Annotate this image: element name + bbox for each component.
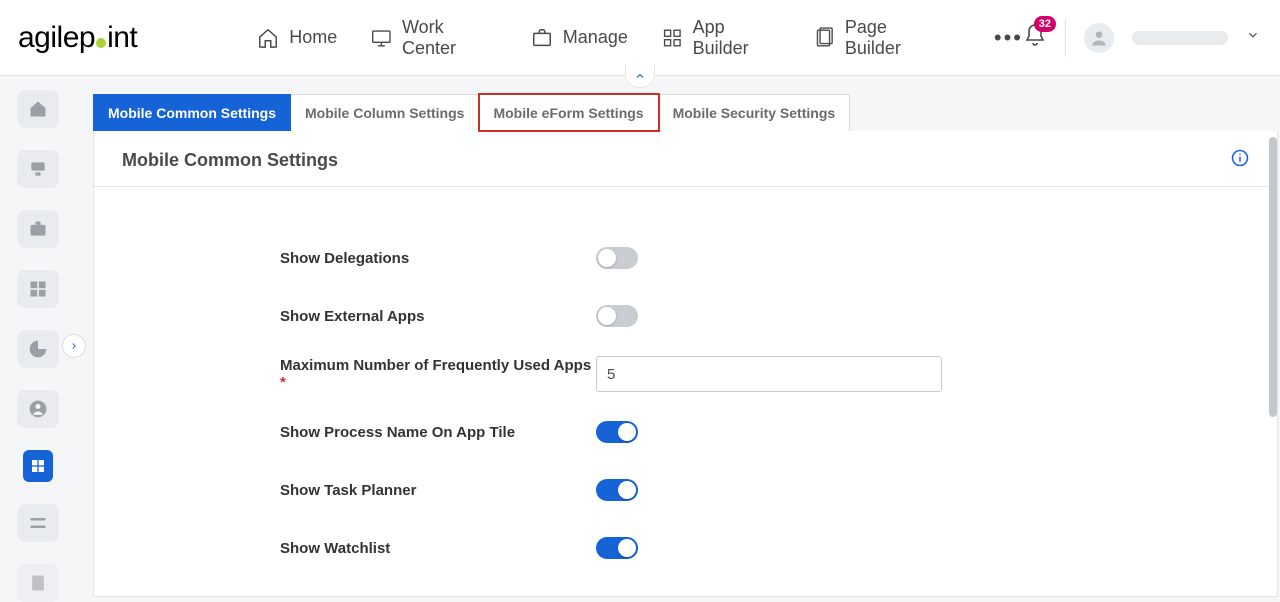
label-max-apps-text: Maximum Number of Frequently Used Apps [280,357,591,374]
nav-more-icon[interactable]: ••• [994,25,1023,51]
logo[interactable]: agilep int [18,21,137,55]
sidebar-item-config[interactable] [17,504,59,542]
grid-icon [662,27,683,49]
row-show-watchlist: Show Watchlist [280,519,1249,577]
label-show-task-planner: Show Task Planner [280,482,596,499]
notification-count-badge: 32 [1034,16,1056,32]
nav-home-label: Home [289,27,337,48]
sidebar-expand-button[interactable] [62,334,86,358]
sidebar-item-home[interactable] [17,90,59,128]
logo-text-1: agilep [18,21,95,55]
top-nav: Home Work Center Manage App Builder Page… [257,17,1023,59]
chevron-up-icon [634,70,646,82]
form: Show Delegations Show External Apps Maxi… [94,187,1277,577]
monitor-icon [371,27,392,49]
label-show-watchlist: Show Watchlist [280,540,596,557]
topbar: agilep int Home Work Center Manage App B… [0,0,1280,76]
vertical-scrollbar[interactable] [1269,137,1277,417]
nav-manage[interactable]: Manage [531,27,628,49]
nav-manage-label: Manage [563,27,628,48]
settings-panel: Mobile Common Settings Show Delegations … [93,131,1278,597]
username-placeholder [1132,31,1228,45]
tiles-icon [28,279,48,299]
case-icon [28,219,48,239]
avatar[interactable] [1084,23,1114,53]
sliders-icon [28,513,48,533]
info-icon [1231,149,1249,167]
tab-security-settings[interactable]: Mobile Security Settings [659,94,851,131]
body: Mobile Common Settings Mobile Column Set… [0,76,1280,602]
notifications-button[interactable]: 32 [1023,23,1047,52]
row-show-task-planner: Show Task Planner [280,461,1249,519]
nav-work-center[interactable]: Work Center [371,17,497,59]
toggle-show-watchlist[interactable] [596,537,638,559]
person-icon [1089,28,1109,48]
toggle-show-external-apps[interactable] [596,305,638,327]
content-area: Mobile Common Settings Mobile Column Set… [75,76,1280,602]
panel-title: Mobile Common Settings [122,150,338,171]
row-max-apps: Maximum Number of Frequently Used Apps * [280,345,1249,403]
mobile-grid-icon [30,458,46,474]
toggle-show-task-planner[interactable] [596,479,638,501]
row-show-process-name: Show Process Name On App Tile [280,403,1249,461]
sidebar-item-work[interactable] [17,210,59,248]
info-button[interactable] [1231,149,1249,172]
label-max-apps: Maximum Number of Frequently Used Apps * [280,357,596,391]
user-circle-icon [28,399,48,419]
logo-text-2: int [107,21,137,55]
sidebar [0,76,75,602]
chevron-down-icon [1246,28,1260,42]
input-max-apps[interactable] [596,356,942,392]
sidebar-item-users[interactable] [17,390,59,428]
sidebar-item-mobile-settings[interactable] [23,450,53,483]
nav-work-center-label: Work Center [402,17,497,59]
label-show-process-name: Show Process Name On App Tile [280,424,596,441]
briefcase-icon [531,27,553,49]
row-show-delegations: Show Delegations [280,229,1249,287]
chevron-right-icon [69,341,79,351]
nav-page-builder-label: Page Builder [845,17,942,59]
nav-home[interactable]: Home [257,27,337,49]
label-show-delegations: Show Delegations [280,250,596,267]
divider [1065,19,1066,57]
nav-app-builder-label: App Builder [693,17,781,59]
user-menu-toggle[interactable] [1246,28,1260,47]
tabs: Mobile Common Settings Mobile Column Set… [93,94,1278,131]
home-icon [257,27,279,49]
logo-dot-icon [96,38,106,48]
topbar-right: 32 [1023,19,1260,57]
toggle-show-delegations[interactable] [596,247,638,269]
tab-column-settings[interactable]: Mobile Column Settings [291,94,479,131]
tab-eform-settings[interactable]: Mobile eForm Settings [479,94,658,131]
pie-icon [28,339,48,359]
doc-icon [28,573,48,593]
required-asterisk: * [280,374,286,391]
panel-header: Mobile Common Settings [94,131,1277,187]
sidebar-item-deploy[interactable] [17,150,59,188]
deploy-icon [28,159,48,179]
nav-page-builder[interactable]: Page Builder [814,17,942,59]
sidebar-item-reports[interactable] [17,330,59,368]
label-show-external-apps: Show External Apps [280,308,596,325]
toggle-show-process-name[interactable] [596,421,638,443]
row-show-external-apps: Show External Apps [280,287,1249,345]
nav-app-builder[interactable]: App Builder [662,17,780,59]
house-icon [28,99,48,119]
sidebar-item-docs[interactable] [17,564,59,602]
sidebar-item-apps[interactable] [17,270,59,308]
page-icon [814,27,835,49]
tab-common-settings[interactable]: Mobile Common Settings [93,94,291,131]
